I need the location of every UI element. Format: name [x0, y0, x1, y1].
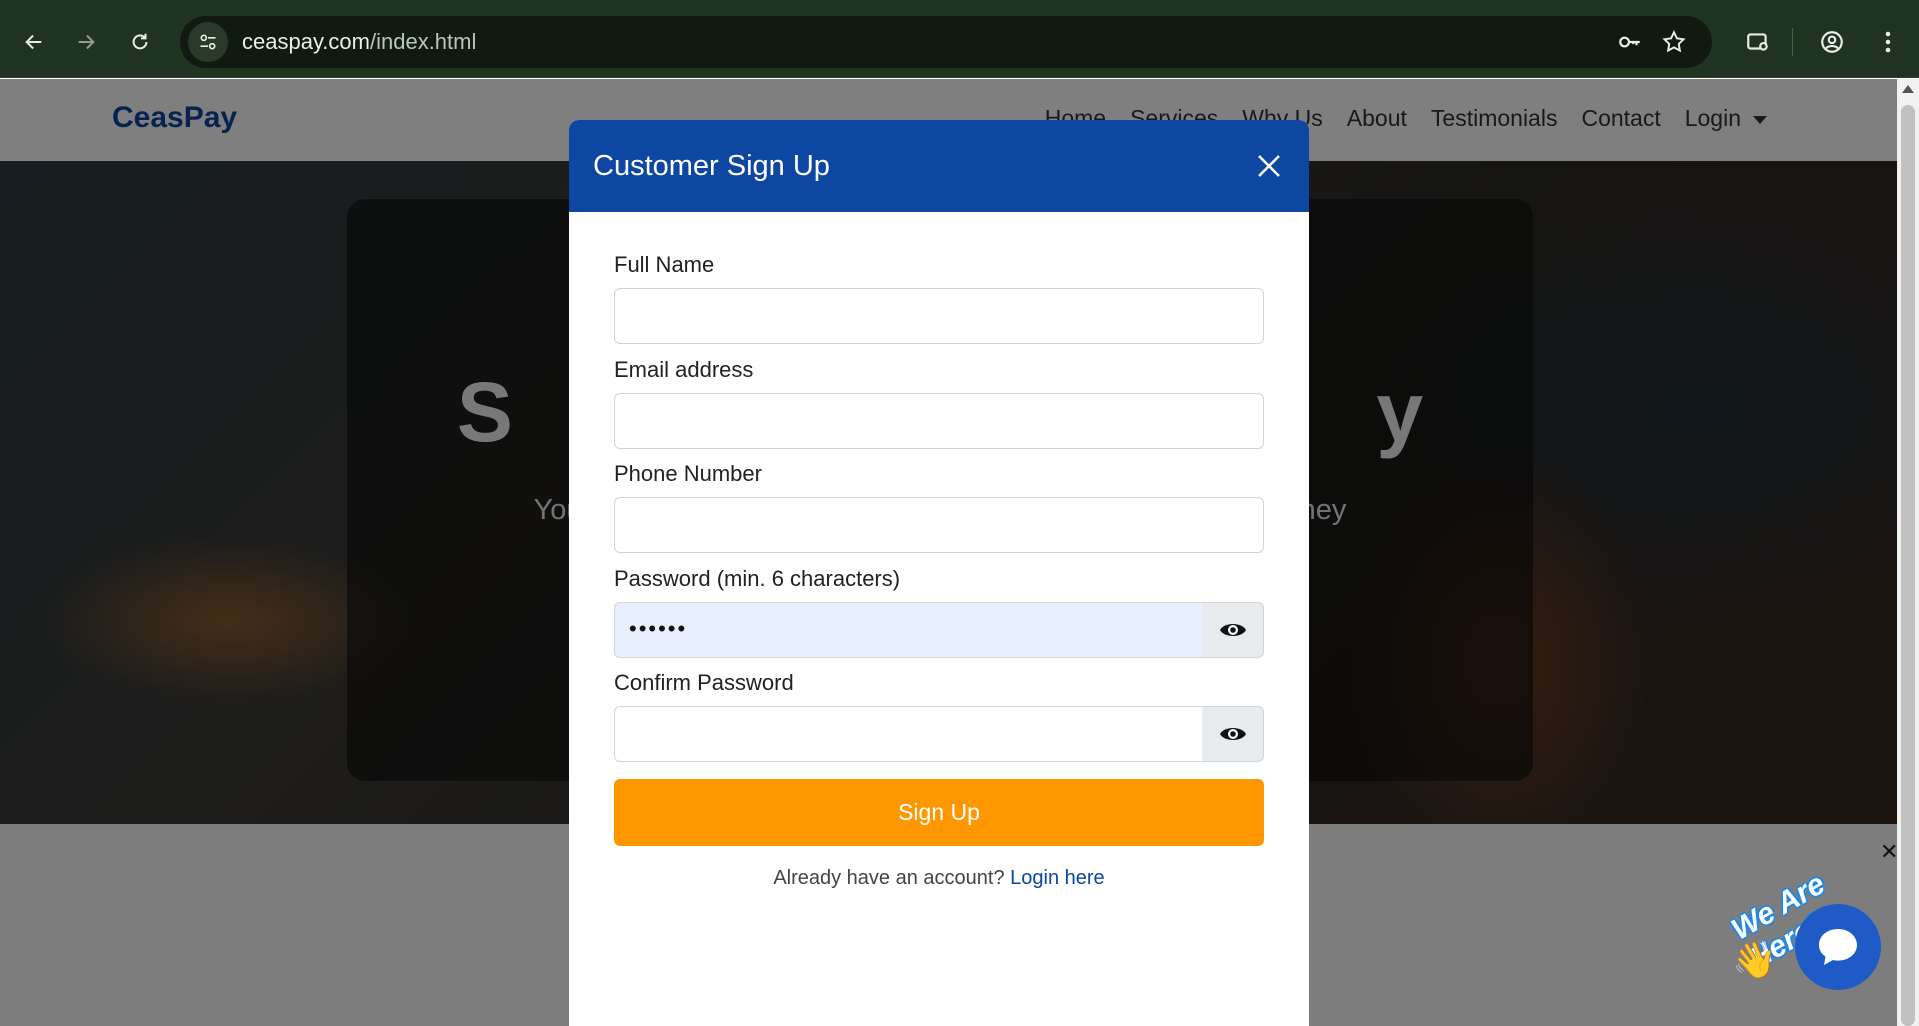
- url-domain: ceaspay.com: [242, 29, 370, 54]
- chat-bubble-button[interactable]: [1795, 904, 1881, 990]
- email-label: Email address: [614, 357, 754, 382]
- login-prompt: Already have an account? Login here: [614, 867, 1264, 890]
- chat-icon: [1819, 929, 1857, 965]
- menu-kebab-icon[interactable]: [1870, 24, 1906, 60]
- email-input[interactable]: [614, 393, 1264, 449]
- signup-button[interactable]: Sign Up: [614, 779, 1264, 846]
- scroll-up-arrow-icon[interactable]: [1902, 85, 1914, 93]
- password-value: ••••••: [629, 616, 688, 641]
- full-name-input[interactable]: [614, 288, 1264, 344]
- phone-input[interactable]: [614, 497, 1264, 553]
- page-viewport: CeasPay Home Services Why Us About Testi…: [0, 79, 1897, 1026]
- scroll-thumb[interactable]: [1901, 105, 1915, 1026]
- password-input[interactable]: [614, 602, 1204, 658]
- page-scrollbar[interactable]: [1897, 79, 1919, 1026]
- profile-icon[interactable]: [1814, 24, 1850, 60]
- confirm-password-input[interactable]: [614, 706, 1204, 762]
- wave-hand-icon: 👋: [1732, 939, 1777, 980]
- modal-title: Customer Sign Up: [593, 149, 830, 182]
- login-prompt-text: Already have an account?: [773, 867, 1005, 889]
- browser-toolbar: ceaspay.com/index.html: [0, 0, 1919, 78]
- password-key-icon[interactable]: [1614, 26, 1646, 58]
- close-icon[interactable]: [1251, 148, 1287, 184]
- site-info-icon[interactable]: [188, 22, 228, 62]
- signup-modal: Customer Sign Up Full Name Email address…: [569, 120, 1309, 1026]
- address-bar[interactable]: ceaspay.com/index.html: [180, 16, 1712, 68]
- toggle-password-eye-icon[interactable]: [1202, 602, 1264, 658]
- toggle-confirm-eye-icon[interactable]: [1202, 706, 1264, 762]
- login-here-link[interactable]: Login here: [1010, 867, 1105, 889]
- toolbar-separator: [1792, 28, 1793, 56]
- forward-icon[interactable]: [68, 24, 104, 60]
- modal-header: Customer Sign Up: [569, 120, 1309, 212]
- reload-icon[interactable]: [122, 24, 158, 60]
- full-name-label: Full Name: [614, 252, 715, 277]
- chat-close-icon[interactable]: ✕: [1880, 839, 1897, 865]
- back-icon[interactable]: [16, 24, 52, 60]
- url-path: /index.html: [369, 29, 477, 54]
- url-text[interactable]: ceaspay.com/index.html: [242, 29, 476, 55]
- modal-body: Full Name Email address Phone Number Pas…: [569, 212, 1309, 1026]
- tab-search-icon[interactable]: [1740, 24, 1776, 60]
- password-label: Password (min. 6 characters): [614, 566, 901, 591]
- bookmark-star-icon[interactable]: [1658, 26, 1690, 58]
- phone-label: Phone Number: [614, 461, 762, 486]
- confirm-password-label: Confirm Password: [614, 670, 794, 695]
